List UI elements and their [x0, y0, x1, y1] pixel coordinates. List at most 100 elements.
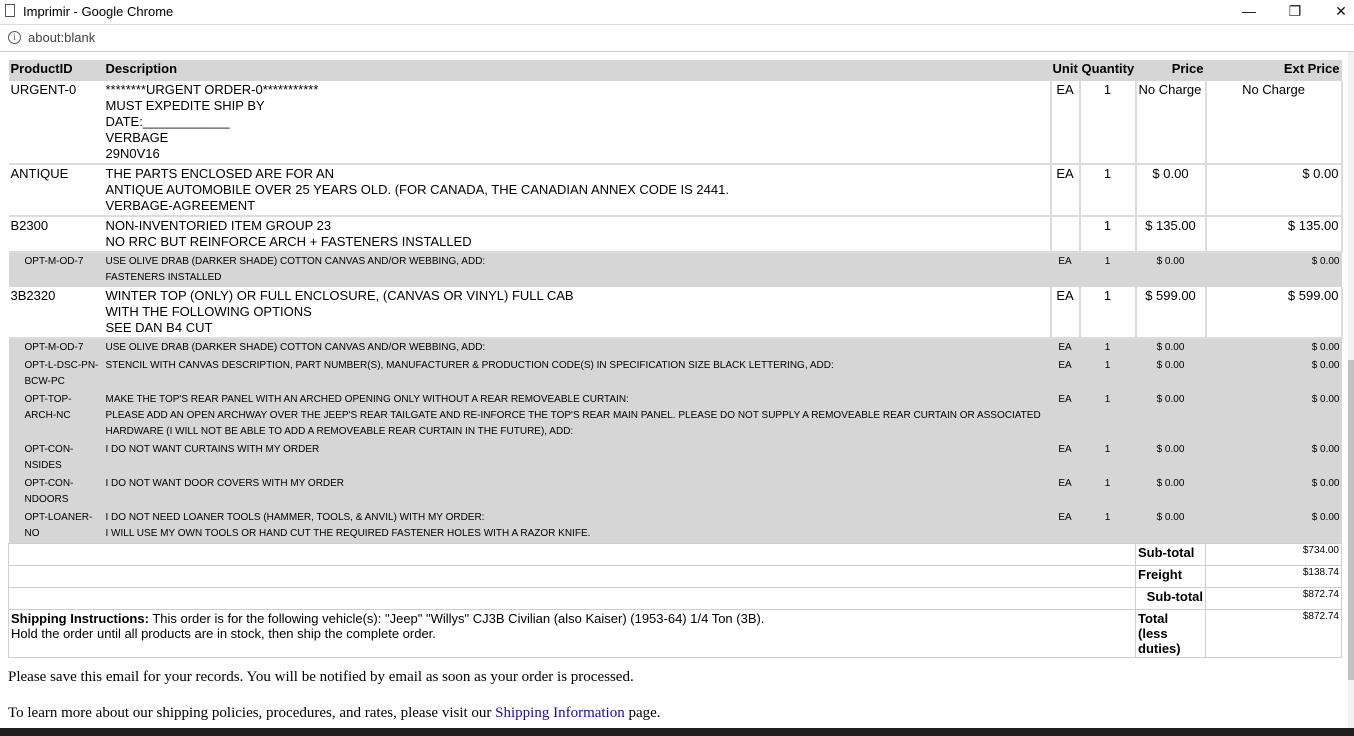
subtotal-row: Sub-total $734.00	[8, 543, 1342, 566]
price: $ 0.00	[1135, 509, 1206, 544]
ext-price: $ 0.00	[1205, 164, 1343, 217]
ext-price: $ 0.00	[1205, 475, 1342, 509]
product-id: URGENT-0	[8, 81, 104, 165]
table-row: 3B2320 WINTER TOP (ONLY) OR FULL ENCLOSU…	[8, 287, 1343, 339]
table-header: ProductID Description Unit Quantity Pric…	[8, 60, 1342, 81]
quantity: 1	[1079, 287, 1137, 339]
window-title: Imprimir - Google Chrome	[23, 4, 174, 19]
unit: EA	[1050, 441, 1080, 475]
description: THE PARTS ENCLOSED ARE FOR AN ANTIQUE AU…	[103, 164, 1052, 217]
unit: EA	[1050, 287, 1081, 339]
option-description: STENCIL WITH CANVAS DESCRIPTION, PART NU…	[103, 357, 1051, 391]
learn-more-note: To learn more about our shipping policie…	[8, 705, 661, 722]
close-button[interactable]: ✕	[1318, 0, 1354, 24]
quantity: 1	[1079, 475, 1136, 509]
option-description: I DO NOT NEED LOANER TOOLS (HAMMER, TOOL…	[103, 509, 1051, 544]
total-row: Shipping Instructions: This order is for…	[8, 609, 1342, 658]
price: No Charge	[1135, 81, 1207, 165]
minimize-button[interactable]: —	[1226, 0, 1272, 24]
unit: EA	[1050, 357, 1080, 391]
quantity: 1	[1079, 509, 1136, 544]
description-line: USE OLIVE DRAB (DARKER SHADE) COTTON CAN…	[105, 256, 486, 267]
restore-button[interactable]: ❐	[1272, 0, 1318, 24]
unit: EA	[1050, 81, 1081, 165]
subtotal-value: $872.74	[1205, 587, 1342, 610]
total-label-text: Total (less duties)	[1138, 611, 1181, 656]
option-id: OPT-CON-NSIDES	[8, 441, 104, 475]
header-unit: Unit	[1050, 60, 1080, 81]
info-icon[interactable]: i	[8, 31, 21, 44]
subtotal-value: $734.00	[1205, 543, 1342, 566]
freight-value: $138.74	[1205, 565, 1342, 588]
price: $ 0.00	[1135, 441, 1206, 475]
option-id: OPT-M-OD-7	[8, 338, 104, 357]
description-line: STENCIL WITH CANVAS DESCRIPTION, PART NU…	[105, 360, 834, 371]
ext-price: No Charge	[1205, 81, 1343, 165]
quantity: 1	[1079, 252, 1136, 287]
unit: EA	[1050, 252, 1080, 287]
header-quantity: Quantity	[1079, 60, 1136, 81]
description-line: 29N0V16	[105, 146, 160, 161]
shipping-line: This order is for the following vehicle(…	[152, 611, 765, 626]
option-id: OPT-TOP-ARCH-NC	[8, 391, 104, 441]
description-line: WITH THE FOLLOWING OPTIONS	[105, 304, 312, 319]
option-row: OPT-CON-NDOORS I DO NOT WANT DOOR COVERS…	[8, 475, 1342, 509]
spacer-cell	[8, 565, 1136, 588]
option-row: OPT-TOP-ARCH-NC MAKE THE TOP'S REAR PANE…	[8, 391, 1342, 441]
unit: EA	[1050, 338, 1080, 357]
description: NON-INVENTORIED ITEM GROUP 23 NO RRC BUT…	[103, 216, 1052, 253]
address-bar: i about:blank	[0, 25, 1354, 52]
ext-price: $ 0.00	[1205, 509, 1342, 544]
option-row: OPT-M-OD-7 USE OLIVE DRAB (DARKER SHADE)…	[8, 338, 1342, 357]
price: $ 599.00	[1135, 287, 1207, 339]
description: WINTER TOP (ONLY) OR FULL ENCLOSURE, (CA…	[103, 287, 1052, 339]
header-product-id: ProductID	[8, 60, 104, 81]
description-line: I WILL USE MY OWN TOOLS OR HAND CUT THE …	[105, 528, 591, 539]
spacer-cell	[8, 543, 1136, 566]
ext-price: $ 0.00	[1205, 338, 1342, 357]
option-description: MAKE THE TOP'S REAR PANEL WITH AN ARCHED…	[103, 391, 1051, 441]
subtotal-row: Sub-total $872.74	[8, 587, 1342, 610]
unit: EA	[1050, 164, 1081, 217]
header-description: Description	[103, 60, 1051, 81]
unit: EA	[1050, 509, 1080, 544]
option-description: USE OLIVE DRAB (DARKER SHADE) COTTON CAN…	[103, 338, 1051, 357]
option-description: I DO NOT WANT CURTAINS WITH MY ORDER	[103, 441, 1051, 475]
unit: EA	[1050, 475, 1080, 509]
header-price: Price	[1135, 60, 1206, 81]
save-note: Please save this email for your records.…	[8, 669, 634, 685]
scrollbar-thumb[interactable]	[1348, 360, 1354, 680]
spacer-cell	[8, 587, 1136, 610]
description-line: THE PARTS ENCLOSED ARE FOR AN	[105, 166, 335, 181]
quantity: 1	[1079, 164, 1137, 217]
shipping-information-link[interactable]: Shipping Information	[495, 705, 625, 721]
option-description: USE OLIVE DRAB (DARKER SHADE) COTTON CAN…	[103, 252, 1051, 287]
description-line: FASTENERS INSTALLED	[105, 272, 222, 283]
price: $ 0.00	[1135, 338, 1206, 357]
subtotal-label: Sub-total	[1135, 587, 1206, 610]
description: ********URGENT ORDER-0*********** MUST E…	[103, 81, 1052, 165]
subtotal-label: Sub-total	[1135, 543, 1206, 566]
description-line: I DO NOT NEED LOANER TOOLS (HAMMER, TOOL…	[105, 512, 485, 523]
url-text[interactable]: about:blank	[28, 30, 95, 45]
quantity: 1	[1079, 441, 1136, 475]
option-row: OPT-L-DSC-PN-BCW-PC STENCIL WITH CANVAS …	[8, 357, 1342, 391]
total-value: $872.74	[1205, 609, 1342, 658]
description-line: USE OLIVE DRAB (DARKER SHADE) COTTON CAN…	[105, 342, 486, 353]
ext-price: $ 0.00	[1205, 357, 1342, 391]
taskbar	[0, 728, 1354, 736]
description-line: PLEASE ADD AN OPEN ARCHWAY OVER THE JEEP…	[105, 410, 1041, 437]
table-row: B2300 NON-INVENTORIED ITEM GROUP 23 NO R…	[8, 216, 1343, 253]
table-row: ANTIQUE THE PARTS ENCLOSED ARE FOR AN AN…	[8, 164, 1343, 217]
learn-prefix: To learn more about our shipping policie…	[8, 705, 492, 721]
unit: EA	[1050, 391, 1080, 441]
option-row: OPT-LOANER-NO I DO NOT NEED LOANER TOOLS…	[8, 509, 1342, 544]
option-id: OPT-L-DSC-PN-BCW-PC	[8, 357, 104, 391]
product-id: 3B2320	[8, 287, 104, 339]
freight-label: Freight	[1135, 565, 1206, 588]
description-line: I DO NOT WANT DOOR COVERS WITH MY ORDER	[105, 478, 345, 489]
page-content: ProductID Description Unit Quantity Pric…	[0, 52, 1354, 728]
product-id: ANTIQUE	[8, 164, 104, 217]
learn-suffix: page.	[628, 705, 661, 721]
description-line: I DO NOT WANT CURTAINS WITH MY ORDER	[105, 444, 320, 455]
